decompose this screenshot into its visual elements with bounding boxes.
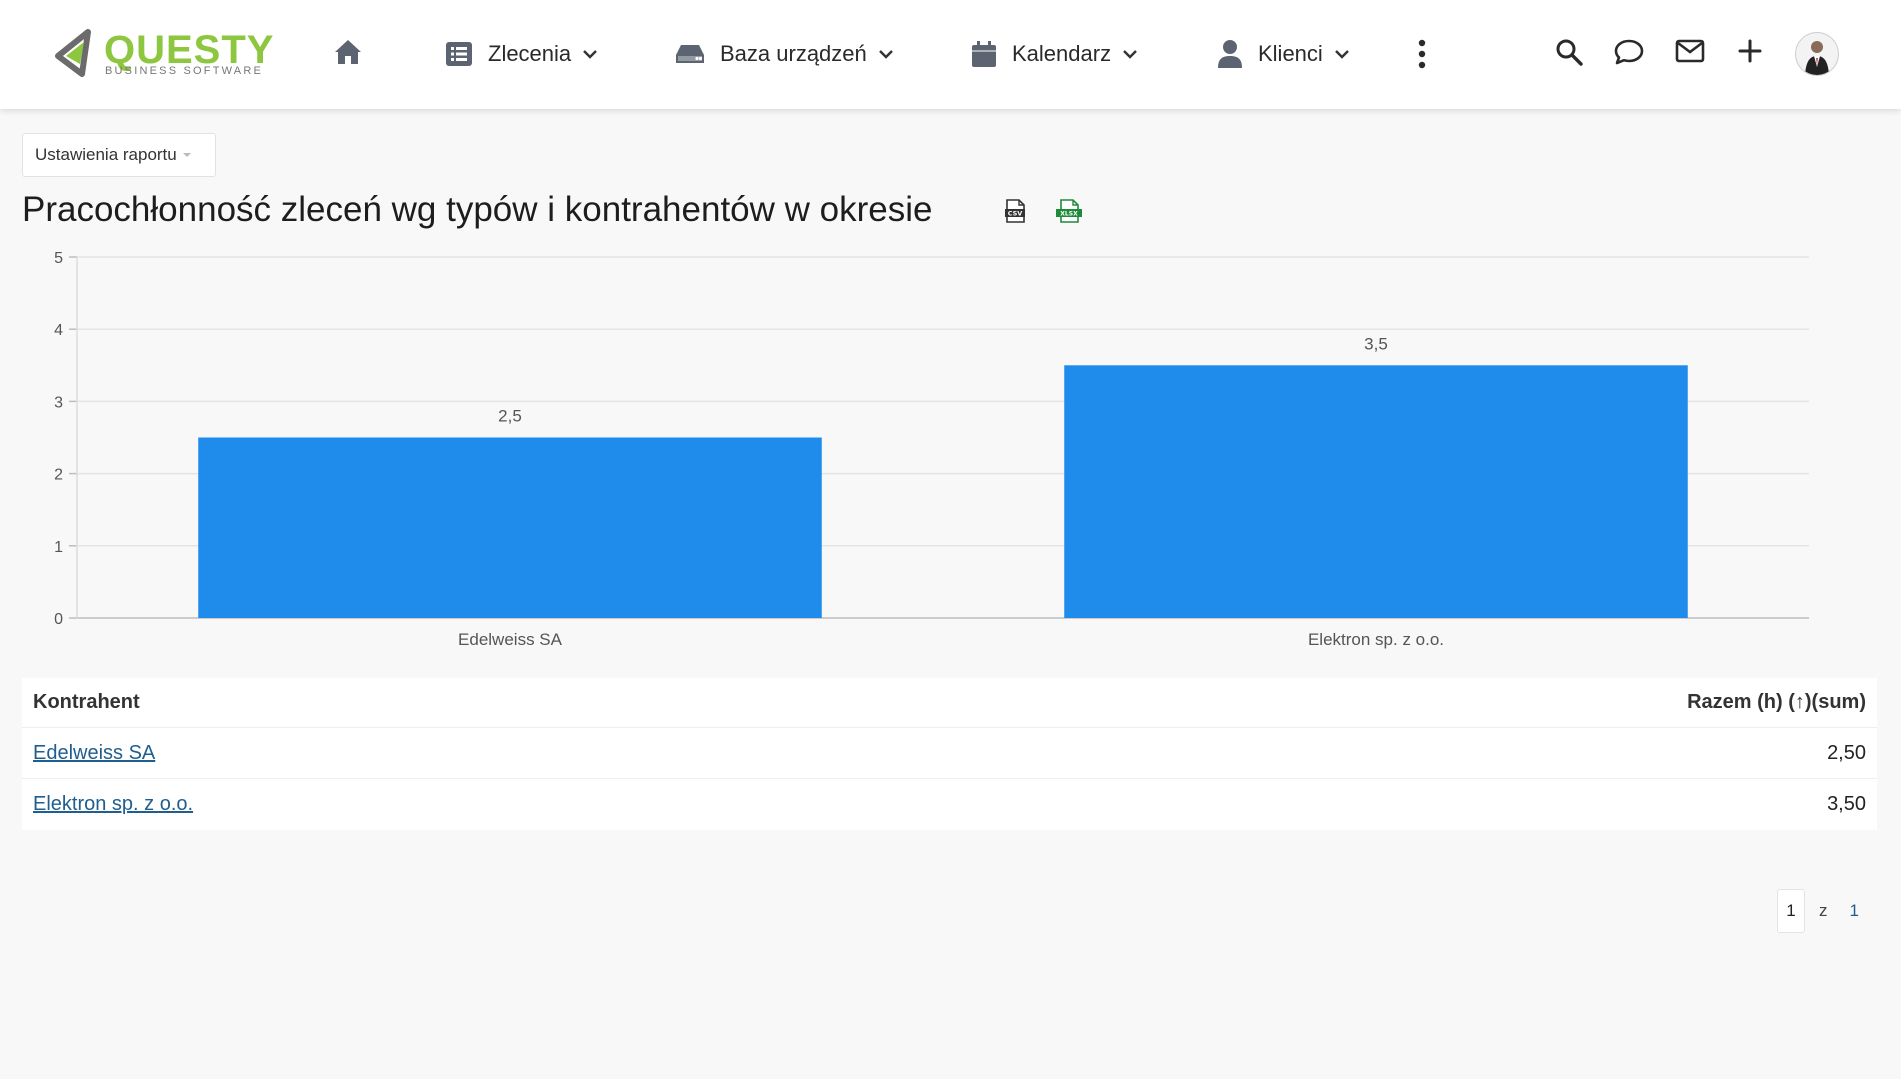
calendar-icon [972,41,996,67]
nav-kalendarz[interactable]: Kalendarz [972,34,1137,74]
home-button[interactable] [333,38,363,71]
user-icon [1218,40,1242,68]
mail-icon [1675,39,1705,63]
questy-logo[interactable]: QUESTY BUSINESS SOFTWARE [52,28,292,82]
x-tick-label: Edelweiss SA [458,630,563,649]
y-tick-label: 1 [54,539,63,556]
svg-text:XLSX: XLSX [1060,211,1078,218]
nav-zlecenia-label: Zlecenia [488,41,572,66]
export-csv-button[interactable]: CSV [1003,199,1027,228]
user-avatar[interactable] [1795,32,1839,76]
chevron-down-icon [583,49,598,59]
table-row: Elektron sp. z o.o. 3,50 [22,779,1877,830]
bar-value-label: 2,5 [498,407,522,426]
logo-mark-icon [55,29,91,77]
bar [198,437,822,618]
report-settings-label: Ustawienia raportu [35,145,177,164]
nav-kalendarz-label: Kalendarz [1012,41,1112,66]
y-tick-label: 2 [54,467,63,484]
table-row: Edelweiss SA 2,50 [22,728,1877,779]
nav-baza-label: Baza urządzeń [720,41,867,66]
column-header-total[interactable]: Razem (h) (↑)(sum) [1687,691,1866,714]
add-button[interactable] [1738,38,1762,69]
plus-icon [1738,39,1762,63]
logo-subtitle: BUSINESS SOFTWARE [105,65,264,77]
total-pages-link[interactable]: 1 [1850,901,1859,921]
x-tick-label: Elektron sp. z o.o. [1308,630,1444,649]
list-icon [446,42,472,66]
contractor-link[interactable]: Elektron sp. z o.o. [33,793,193,816]
report-title: Pracochłonność zleceń wg typów i kontrah… [22,190,933,229]
bar [1064,365,1688,618]
nav-klienci[interactable]: Klienci [1218,34,1349,74]
total-hours-cell: 2,50 [1827,741,1866,764]
chevron-down-icon [878,49,893,59]
bar-value-label: 3,5 [1364,334,1388,353]
contractor-link[interactable]: Edelweiss SA [33,742,155,765]
column-header-contractor[interactable]: Kontrahent [33,691,140,714]
nav-zlecenia[interactable]: Zlecenia [446,34,598,74]
hdd-icon [676,43,704,65]
export-xlsx-button[interactable]: XLSX [1055,199,1083,228]
caret-down-icon [182,153,191,157]
mail-button[interactable] [1675,38,1705,69]
chat-bubble-icon [1614,39,1644,65]
chevron-down-icon [1334,49,1349,59]
svg-text:CSV: CSV [1008,210,1023,218]
y-tick-label: 3 [54,394,63,411]
search-button[interactable] [1555,38,1583,71]
home-icon [335,40,361,64]
top-navbar: QUESTY BUSINESS SOFTWARE Zlecenia Baza u… [0,0,1901,109]
pagination: 1 z 1 [1777,889,1859,933]
nav-klienci-label: Klienci [1258,41,1323,66]
search-icon [1556,39,1583,66]
kebab-icon [1418,39,1426,69]
current-page[interactable]: 1 [1777,889,1805,933]
nav-baza-urzadzen[interactable]: Baza urządzeń [676,34,893,74]
avatar-photo-icon [1805,41,1829,75]
bar-chart: 0 1 2 3 4 5 2,5 Edelweiss SA 3,5 Elektron sp. z o… [54,250,1809,649]
xlsx-file-icon: XLSX [1056,199,1082,223]
table-header-row: Kontrahent Razem (h) (↑)(sum) [22,678,1877,728]
chevron-down-icon [1123,49,1137,59]
more-menu-button[interactable] [1412,38,1432,75]
csv-file-icon: CSV [1005,199,1025,223]
total-hours-cell: 3,50 [1827,793,1866,815]
y-tick-label: 0 [54,611,63,628]
y-tick-label: 4 [54,322,63,339]
report-settings-button[interactable]: Ustawienia raportu [22,133,216,177]
page-of-label: z [1819,901,1828,920]
report-table: Kontrahent Razem (h) (↑)(sum) Edelweiss … [22,678,1877,830]
chat-button[interactable] [1614,38,1644,71]
y-tick-label: 5 [54,250,63,267]
